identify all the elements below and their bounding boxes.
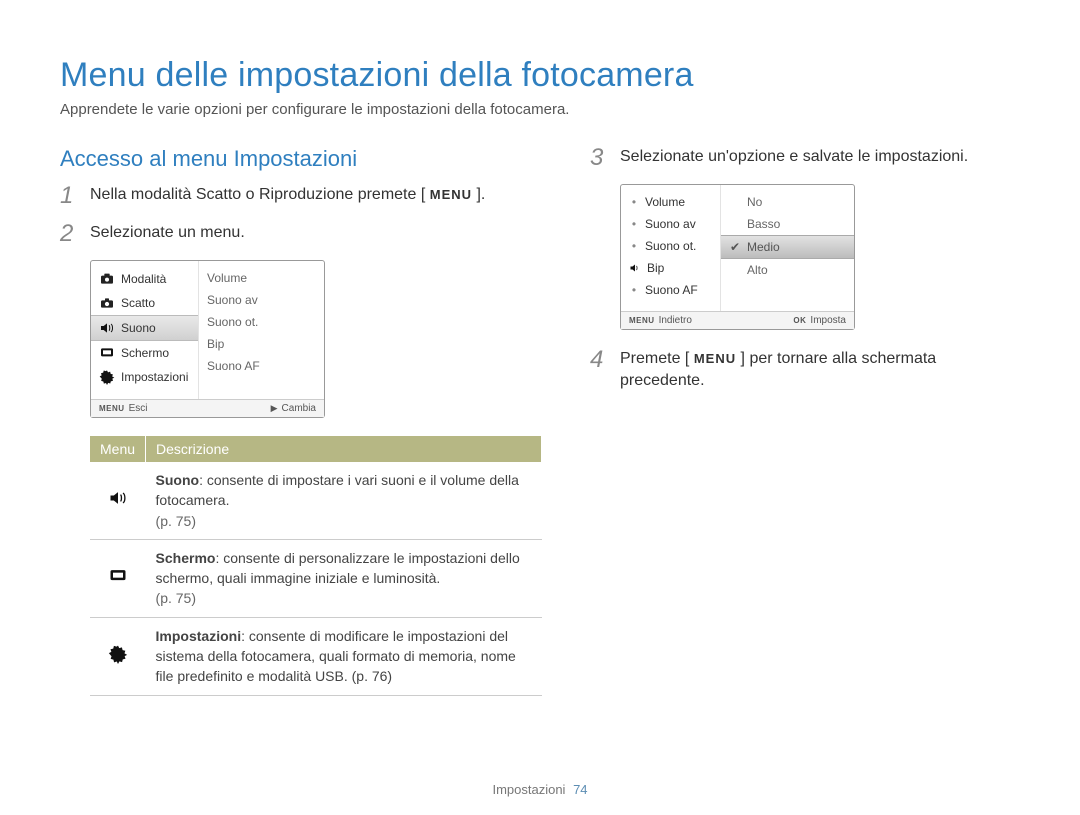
page-lead: Apprendete le varie opzioni per configur…: [60, 101, 1020, 118]
display-icon: [108, 566, 128, 586]
bullet-icon: •: [629, 195, 639, 209]
option-alto[interactable]: Alto: [721, 259, 854, 281]
page-footer: Impostazioni 74: [0, 782, 1080, 797]
display-icon: [99, 345, 115, 361]
step-2: 2 Selezionate un menu.: [60, 222, 542, 246]
option-no[interactable]: No: [721, 191, 854, 213]
option-list-right: No Basso ✔ Medio Alto: [721, 185, 854, 311]
cell-icon-suono: [90, 462, 146, 539]
cell-desc-impostazioni: Impostazioni: consente di modificare le …: [146, 617, 542, 695]
step-1: 1 Nella modalità Scatto o Riproduzione p…: [60, 184, 542, 208]
menu-item-impostazioni[interactable]: Impostazioni: [91, 365, 198, 389]
option-basso[interactable]: Basso: [721, 213, 854, 235]
option-medio[interactable]: ✔ Medio: [721, 235, 854, 259]
submenu-suono-av[interactable]: • Suono av: [621, 213, 720, 235]
th-descrizione: Descrizione: [146, 436, 542, 462]
submenu-bip[interactable]: Bip: [621, 257, 720, 279]
submenu-suono-av[interactable]: Suono av: [199, 289, 324, 311]
menu-list-left: Modalità Scatto Suono Schermo: [91, 261, 199, 399]
footer-cambia: Cambia: [282, 403, 316, 414]
camera-footer: MENU Esci ▶ Cambia: [91, 399, 324, 417]
left-column: Accesso al menu Impostazioni 1 Nella mod…: [60, 146, 542, 696]
cell-desc-suono: Suono: consente di impostare i vari suon…: [146, 462, 542, 539]
step-number: 2: [60, 222, 90, 246]
check-icon: ✔: [729, 240, 741, 254]
bullet-icon: •: [629, 283, 639, 297]
gear-icon: [99, 369, 115, 385]
menu-list-right: Volume Suono av Suono ot. Bip Suono AF: [199, 261, 324, 399]
footer-indietro: Indietro: [659, 315, 692, 326]
step-4-text: Premete [ MENU ] per tornare alla scherm…: [620, 348, 1020, 393]
triangle-right-icon: ▶: [271, 403, 278, 414]
step-3: 3 Selezionate un'opzione e salvate le im…: [590, 146, 1020, 170]
footer-esci: Esci: [129, 403, 148, 414]
camera-mode-icon: [99, 271, 115, 287]
camera-screenshot-menu: Modalità Scatto Suono Schermo: [90, 260, 325, 418]
table-row: Suono: consente di impostare i vari suon…: [90, 462, 542, 539]
speaker-icon: [108, 488, 128, 508]
option-list-left: • Volume • Suono av • Suono ot. Bip: [621, 185, 721, 311]
menu-label: MENU: [430, 186, 472, 204]
table-row: Impostazioni: consente di modificare le …: [90, 617, 542, 695]
gear-icon: [108, 644, 128, 664]
camera-footer: MENU Indietro OK Imposta: [621, 311, 854, 329]
table-row: Schermo: consente di personalizzare le i…: [90, 539, 542, 617]
footer-imposta: Imposta: [810, 315, 846, 326]
section-title: Accesso al menu Impostazioni: [60, 146, 542, 172]
menu-description-table: Menu Descrizione Suono: consente di impo…: [90, 436, 542, 696]
step-number: 3: [590, 146, 620, 170]
menu-item-schermo[interactable]: Schermo: [91, 341, 198, 365]
step-number: 4: [590, 348, 620, 372]
bullet-icon: •: [629, 217, 639, 231]
menu-item-scatto[interactable]: Scatto: [91, 291, 198, 315]
cell-icon-schermo: [90, 539, 146, 617]
footer-section: Impostazioni: [492, 782, 565, 797]
submenu-volume[interactable]: • Volume: [621, 191, 720, 213]
submenu-suono-af[interactable]: Suono AF: [199, 355, 324, 377]
step-3-text: Selezionate un'opzione e salvate le impo…: [620, 146, 1020, 168]
page-title: Menu delle impostazioni della fotocamera: [60, 56, 1020, 95]
ok-tag: OK: [793, 316, 806, 325]
right-column: 3 Selezionate un'opzione e salvate le im…: [590, 146, 1020, 696]
speaker-icon: [629, 262, 641, 274]
submenu-bip[interactable]: Bip: [199, 333, 324, 355]
step-number: 1: [60, 184, 90, 208]
bullet-icon: •: [629, 239, 639, 253]
footer-page-number: 74: [573, 782, 587, 797]
menu-item-suono[interactable]: Suono: [91, 315, 198, 341]
menu-item-modalita[interactable]: Modalità: [91, 267, 198, 291]
cell-desc-schermo: Schermo: consente di personalizzare le i…: [146, 539, 542, 617]
camera-icon: [99, 295, 115, 311]
step-1-text: Nella modalità Scatto o Riproduzione pre…: [90, 184, 542, 206]
speaker-icon: [99, 320, 115, 336]
submenu-suono-af[interactable]: • Suono AF: [621, 279, 720, 301]
camera-screenshot-option: • Volume • Suono av • Suono ot. Bip: [620, 184, 855, 330]
submenu-volume[interactable]: Volume: [199, 267, 324, 289]
submenu-suono-ot[interactable]: • Suono ot.: [621, 235, 720, 257]
menu-tag: MENU: [629, 316, 655, 325]
step-4: 4 Premete [ MENU ] per tornare alla sche…: [590, 348, 1020, 393]
th-menu: Menu: [90, 436, 146, 462]
menu-tag: MENU: [99, 404, 125, 413]
menu-label: MENU: [694, 350, 736, 368]
cell-icon-impostazioni: [90, 617, 146, 695]
step-2-text: Selezionate un menu.: [90, 222, 542, 244]
submenu-suono-ot[interactable]: Suono ot.: [199, 311, 324, 333]
